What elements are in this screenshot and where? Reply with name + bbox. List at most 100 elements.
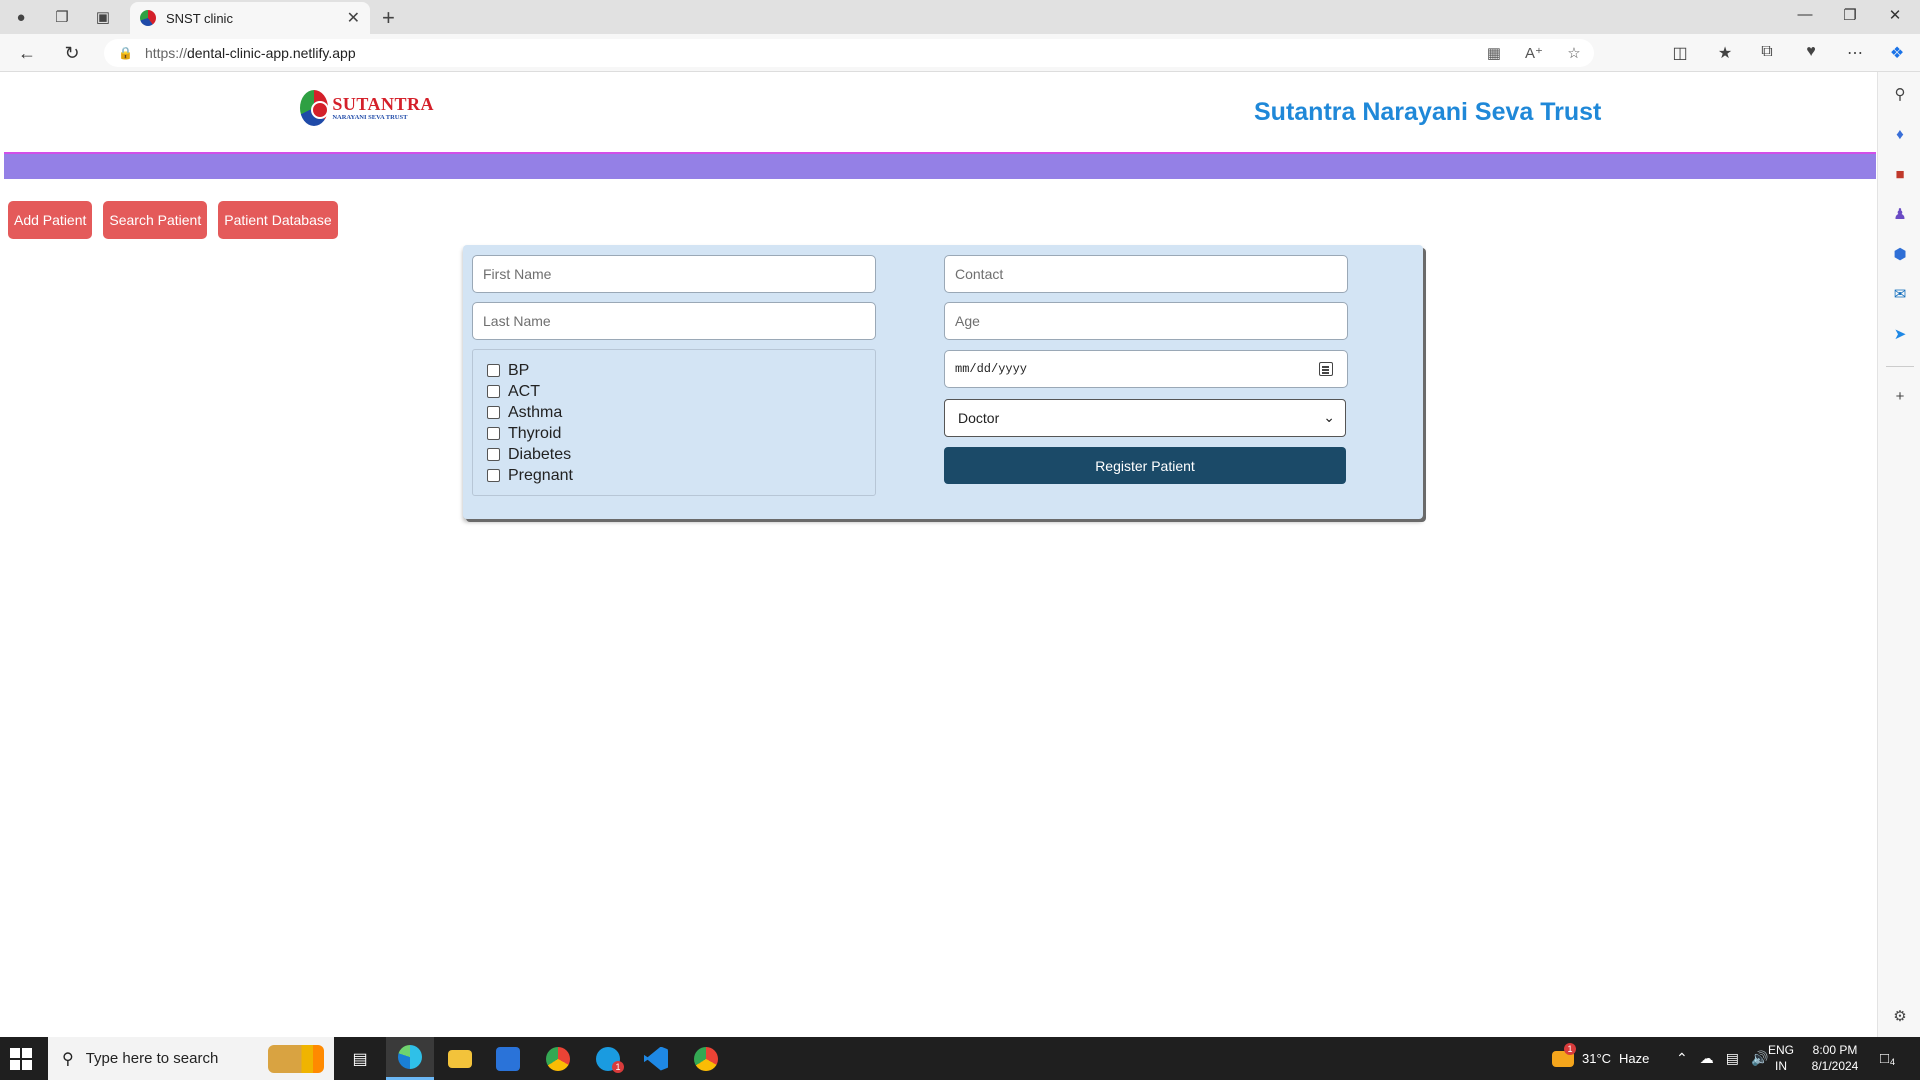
checkbox[interactable] xyxy=(487,469,500,482)
logo-sub-text: NARAYANI SEVA TRUST xyxy=(332,113,408,121)
window-close-icon[interactable]: ✕ xyxy=(1875,6,1915,24)
taskbar-edge-icon[interactable] xyxy=(386,1037,434,1080)
sidebar-shopping-icon[interactable]: ♦ xyxy=(1888,124,1912,146)
tray-chevron-up-icon[interactable]: ⌃ xyxy=(1676,1050,1688,1067)
sidebar-outlook-icon[interactable]: ✉ xyxy=(1888,284,1912,306)
page-title: Sutantra Narayani Seva Trust xyxy=(1254,98,1602,126)
tab-favicon-icon xyxy=(140,10,156,26)
site-logo[interactable]: SUTANTRA NARAYANI SEVA TRUST xyxy=(300,90,434,126)
profile-icon[interactable]: ● xyxy=(9,5,33,29)
minimize-icon[interactable]: — xyxy=(1785,6,1825,23)
sidebar-search-icon[interactable]: ⚲ xyxy=(1888,84,1912,106)
task-view-icon[interactable]: ▤ xyxy=(336,1037,384,1080)
search-icon: ⚲ xyxy=(62,1050,74,1068)
checkbox[interactable] xyxy=(487,448,500,461)
action-buttons: Add Patient Search Patient Patient Datab… xyxy=(8,201,338,239)
collections-icon[interactable]: ⧉ xyxy=(1752,43,1782,61)
calendar-icon[interactable] xyxy=(1319,362,1333,376)
browser-tab-bar: ● ❐ ▣ SNST clinic ✕ + — ❐ ✕ xyxy=(0,0,1920,34)
first-name-input[interactable]: First Name xyxy=(472,255,876,293)
sidebar-send-icon[interactable]: ➤ xyxy=(1888,324,1912,346)
workspaces-icon[interactable]: ❐ xyxy=(50,5,74,29)
checkbox[interactable] xyxy=(487,385,500,398)
onedrive-cloud-icon[interactable]: ☁ xyxy=(1700,1050,1714,1067)
taskbar-search-placeholder: Type here to search xyxy=(85,1050,219,1067)
sidebar-add-icon[interactable]: + xyxy=(1888,386,1912,408)
checkbox[interactable] xyxy=(487,427,500,440)
condition-thyroid[interactable]: Thyroid xyxy=(487,423,861,444)
condition-pregnant[interactable]: Pregnant xyxy=(487,465,861,486)
lock-icon[interactable]: 🔒 xyxy=(118,46,133,60)
register-patient-button[interactable]: Register Patient xyxy=(944,447,1346,484)
back-icon[interactable]: ← xyxy=(15,42,39,64)
weather-badge: 1 xyxy=(1564,1043,1576,1055)
windows-taskbar: ⚲ Type here to search ▤ 1 1 31°C Haze ⌃ … xyxy=(0,1037,1920,1080)
split-screen-icon[interactable]: ◫ xyxy=(1665,43,1695,63)
doctor-select[interactable]: Doctor ⌄ xyxy=(944,399,1346,437)
condition-asthma[interactable]: Asthma xyxy=(487,402,861,423)
taskbar-search[interactable]: ⚲ Type here to search xyxy=(48,1037,334,1080)
skype-badge: 1 xyxy=(612,1061,624,1073)
network-icon[interactable]: ▤ xyxy=(1726,1050,1739,1067)
refresh-icon[interactable]: ↻ xyxy=(60,42,84,64)
address-bar[interactable]: 🔒 https://dental-clinic-app.netlify.app … xyxy=(104,39,1594,67)
weather-temperature: 31°C xyxy=(1582,1051,1612,1066)
taskbar-chrome-icon[interactable] xyxy=(534,1037,582,1080)
clock-date: 8/1/2024 xyxy=(1811,1059,1859,1073)
notification-count: 4 xyxy=(1890,1057,1896,1067)
more-menu-icon[interactable]: ⋯ xyxy=(1840,43,1870,63)
taskbar-file-explorer-icon[interactable] xyxy=(436,1037,484,1080)
tab-title: SNST clinic xyxy=(166,10,233,26)
taskbar-chrome-profile-icon[interactable] xyxy=(682,1037,730,1080)
sidebar-divider xyxy=(1886,366,1914,367)
add-patient-button[interactable]: Add Patient xyxy=(8,201,93,239)
taskbar-store-icon[interactable] xyxy=(484,1037,532,1080)
close-tab-icon[interactable]: ✕ xyxy=(347,8,360,28)
favorites-icon[interactable]: ★ xyxy=(1710,43,1740,63)
date-placeholder: mm/dd/yyyy xyxy=(955,362,1028,376)
weather-widget[interactable]: 1 31°C Haze xyxy=(1552,1037,1649,1080)
site-header: SUTANTRA NARAYANI SEVA TRUST Sutantra Na… xyxy=(4,72,1876,152)
condition-act[interactable]: ACT xyxy=(487,381,861,402)
taskbar-clock[interactable]: 8:00 PM 8/1/2024 xyxy=(1800,1042,1870,1074)
url-text: https://dental-clinic-app.netlify.app xyxy=(144,45,356,61)
page-viewport: SUTANTRA NARAYANI SEVA TRUST Sutantra Na… xyxy=(4,72,1876,1037)
logo-main-text: SUTANTRA xyxy=(332,93,434,114)
weather-condition: Haze xyxy=(1619,1051,1650,1066)
copilot-icon[interactable]: ❖ xyxy=(1882,43,1912,63)
sidebar-settings-icon[interactable]: ⚙ xyxy=(1888,1006,1912,1028)
checkbox[interactable] xyxy=(487,406,500,419)
taskbar-skype-icon[interactable]: 1 xyxy=(584,1037,632,1080)
windows-start-icon[interactable] xyxy=(10,1048,32,1070)
checkbox[interactable] xyxy=(487,364,500,377)
edge-sidebar: ⚲ ♦ ■ ♟ ⬢ ✉ ➤ + ⚙ xyxy=(1877,72,1920,1037)
language-indicator[interactable]: ENG IN xyxy=(1768,1042,1794,1074)
browser-essentials-icon[interactable]: ♥ xyxy=(1796,43,1826,61)
taskbar-vscode-icon[interactable] xyxy=(632,1037,680,1080)
browser-tab-active[interactable]: SNST clinic ✕ xyxy=(130,2,370,34)
system-tray: ⌃ ☁ ▤ 🔊 xyxy=(1676,1037,1768,1080)
search-patient-button[interactable]: Search Patient xyxy=(103,201,208,239)
clock-time: 8:00 PM xyxy=(1812,1043,1858,1057)
read-aloud-icon[interactable]: A⁺ xyxy=(1514,44,1554,62)
contact-input[interactable]: Contact xyxy=(944,255,1348,293)
nav-strip xyxy=(4,152,1876,179)
last-name-input[interactable]: Last Name xyxy=(472,302,876,340)
condition-diabetes[interactable]: Diabetes xyxy=(487,444,861,465)
notification-center-icon[interactable]: □ 4 xyxy=(1880,1037,1895,1080)
new-tab-icon[interactable]: + xyxy=(382,5,395,31)
volume-icon[interactable]: 🔊 xyxy=(1751,1050,1768,1067)
sidebar-m365-icon[interactable]: ⬢ xyxy=(1888,244,1912,266)
restore-icon[interactable]: ❐ xyxy=(1830,6,1870,24)
age-input[interactable]: Age xyxy=(944,302,1348,340)
patient-database-button[interactable]: Patient Database xyxy=(218,201,338,239)
tab-actions-icon[interactable]: ▣ xyxy=(91,5,115,29)
favorite-star-icon[interactable]: ☆ xyxy=(1554,44,1594,62)
sidebar-games-icon[interactable]: ♟ xyxy=(1888,204,1912,226)
language-code: ENG xyxy=(1768,1043,1795,1057)
date-input[interactable]: mm/dd/yyyy xyxy=(944,350,1348,388)
logo-emblem-icon xyxy=(300,90,330,126)
condition-bp[interactable]: BP xyxy=(487,360,861,381)
app-available-icon[interactable]: ▦ xyxy=(1474,44,1514,62)
sidebar-tools-icon[interactable]: ■ xyxy=(1888,164,1912,186)
